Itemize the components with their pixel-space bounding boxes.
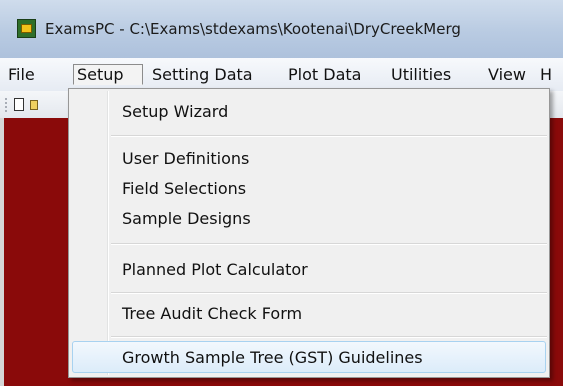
menu-bar: File Setup Setting Data Plot Data Utilit… xyxy=(0,58,563,92)
menu-item-gst-guidelines[interactable]: Growth Sample Tree (GST) Guidelines xyxy=(122,344,423,372)
toolbar-grip[interactable] xyxy=(5,98,9,112)
work-area-frame xyxy=(0,118,4,386)
menu-item-sample-designs[interactable]: Sample Designs xyxy=(122,205,251,233)
open-folder-icon[interactable] xyxy=(30,100,38,110)
menu-help-partial[interactable]: H xyxy=(537,64,555,85)
menu-separator xyxy=(111,135,547,137)
new-document-icon[interactable] xyxy=(14,98,24,111)
menu-separator xyxy=(111,292,547,294)
menu-item-tree-audit-check-form[interactable]: Tree Audit Check Form xyxy=(122,300,302,328)
menu-item-user-definitions[interactable]: User Definitions xyxy=(122,145,249,173)
app-icon[interactable] xyxy=(17,19,36,38)
setup-dropdown-menu: Setup Wizard User Definitions Field Sele… xyxy=(68,88,550,378)
menu-item-field-selections[interactable]: Field Selections xyxy=(122,175,246,203)
menu-setting-data[interactable]: Setting Data xyxy=(149,64,256,85)
app-icon-emblem xyxy=(21,24,32,33)
menu-separator xyxy=(111,243,547,245)
menu-gutter-highlight xyxy=(108,91,109,375)
menu-item-setup-wizard[interactable]: Setup Wizard xyxy=(122,98,228,126)
menu-utilities[interactable]: Utilities xyxy=(388,64,454,85)
menu-separator xyxy=(111,336,547,338)
title-bar: ExamsPC - C:\Exams\stdexams\Kootenai\Dry… xyxy=(0,0,563,58)
menu-plot-data[interactable]: Plot Data xyxy=(285,64,364,85)
menu-view[interactable]: View xyxy=(485,64,529,85)
menu-file[interactable]: File xyxy=(5,64,38,85)
menu-item-planned-plot-calculator[interactable]: Planned Plot Calculator xyxy=(122,256,308,284)
menu-setup[interactable]: Setup xyxy=(73,64,143,85)
window-title: ExamsPC - C:\Exams\stdexams\Kootenai\Dry… xyxy=(45,20,461,38)
